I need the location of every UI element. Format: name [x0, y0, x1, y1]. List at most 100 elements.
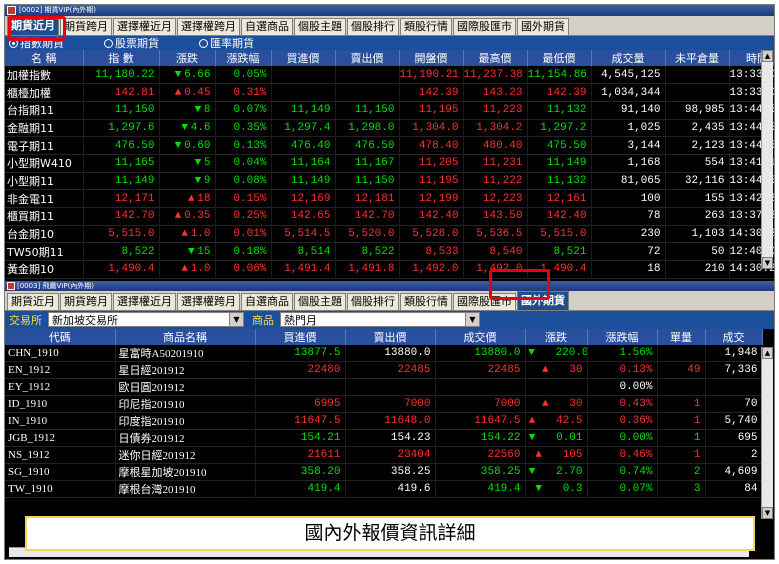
table-row[interactable]: 加權指數 11,180.22 ▼ 6.66 0.05% 11,190.21 11,237.3… [5, 66, 774, 85]
radio-option-1[interactable]: 股票期貨 [104, 35, 159, 51]
column-header[interactable]: 未平倉量 [665, 50, 730, 66]
table-row[interactable]: 櫃檯加權 142.81 ▲ 0.45 0.31% 142.39 143.23 142.39 1,… [5, 83, 774, 102]
table-row[interactable]: 台指期11 11,150 ▼ 8 0.07% 11,149 11,150 11,195 11,2… [5, 101, 774, 120]
column-header[interactable]: 指 數 [83, 50, 160, 66]
radio-option-2[interactable]: 匯率期貨 [199, 35, 254, 51]
table-row[interactable]: EY_1912 歐日圓201912 0.00% [5, 378, 763, 396]
radio-dot-icon[interactable] [199, 38, 208, 48]
bottom-tab-6[interactable]: 個股排行 [347, 292, 399, 310]
scroll-down-icon[interactable]: ▼ [762, 257, 773, 269]
index-cell: 11,165 [83, 154, 160, 173]
chevron-down-icon[interactable]: ▼ [229, 313, 243, 327]
column-header[interactable]: 商品名稱 [115, 328, 256, 345]
table-row[interactable]: 金融期11 1,297.6 ▼ 4.6 0.35% 1,297.4 1,298.0 1,304… [5, 119, 774, 138]
bottom-tab-8[interactable]: 國際股匯市 [453, 292, 516, 310]
column-header[interactable]: 賣出價 [345, 328, 436, 345]
column-header[interactable]: 買進價 [255, 328, 346, 345]
top-tab-4[interactable]: 自選商品 [241, 18, 293, 35]
table-row[interactable]: ID_1910 印尼指201910 6995 7000 7000 ▲ 30 0.43% 1 70 [5, 395, 763, 413]
window-system-icon[interactable] [7, 6, 16, 15]
top-tab-6[interactable]: 個股排行 [347, 18, 399, 35]
chevron-down-icon[interactable]: ▼ [465, 313, 479, 327]
radio-dot-icon[interactable] [9, 38, 18, 48]
table-row[interactable]: IN_1910 印度指201910 11647.5 11648.0 11647.5 ▲ 42… [5, 412, 763, 430]
radio-option-0[interactable]: 指數期貨 [9, 35, 64, 51]
column-header[interactable]: 漲跌幅 [587, 328, 658, 345]
table-row[interactable]: 小型期11 11,149 ▼ 9 0.08% 11,149 11,150 11,195 11,2… [5, 172, 774, 191]
column-header[interactable]: 開盤價 [399, 50, 464, 66]
bottom-tab-2[interactable]: 選擇權近月 [113, 292, 176, 310]
open-interest-cell: 32,116 [665, 172, 730, 191]
column-header[interactable]: 名 稱 [5, 50, 84, 66]
table-row[interactable]: 台金期10 5,515.0 ▲ 1.0 0.01% 5,514.5 5,520.0 5,528… [5, 225, 774, 244]
table-row[interactable]: TW_1910 摩根台灣201910 419.4 419.6 419.4 ▼ 0.3 0.07… [5, 480, 763, 498]
table-row[interactable]: EN_1912 星日經201912 22480 22485 22485 ▲ 30 0.13% 4… [5, 361, 763, 379]
change-value: 1.0 [190, 228, 211, 241]
table-row[interactable]: 小型期W410 11,165 ▼ 5 0.04% 11,164 11,167 11,205 11… [5, 154, 774, 173]
bottom-vertical-scrollbar[interactable]: ▲ ▼ [761, 346, 773, 519]
change-value: 4.6 [190, 121, 211, 134]
top-tab-9[interactable]: 國外期貨 [517, 18, 569, 35]
low-cell: 475.50 [527, 136, 592, 155]
open-cell: 8,533 [399, 242, 464, 262]
scroll-up-icon[interactable]: ▲ [762, 346, 773, 359]
table-row[interactable]: CHN_1910 星富時A50201910 13877.5 13880.0 13880.… [5, 344, 763, 362]
top-tab-5[interactable]: 個股主題 [294, 18, 346, 35]
top-tab-7[interactable]: 類股行情 [400, 18, 452, 35]
top-tab-3[interactable]: 選擇權跨月 [177, 18, 240, 35]
table-row[interactable]: NS_1912 迷你日經201912 21611 23404 22560 ▲ 105 0.46… [5, 446, 763, 464]
index-cell: 1,490.4 [83, 260, 160, 279]
bid-cell: 21611 [255, 446, 346, 464]
table-row[interactable]: SG_1910 摩根星加坡201910 358.20 358.25 358.25 ▼ 2.7… [5, 463, 763, 481]
change-value: 0.01 [556, 431, 583, 444]
bottom-tab-9[interactable]: 國外期貨 [517, 290, 569, 310]
futures-type-radios: 指數期貨 股票期貨 匯率期貨 [5, 36, 774, 50]
high-cell: 1,304.2 [463, 119, 528, 138]
top-tab-8[interactable]: 國際股匯市 [453, 18, 516, 35]
top-tab-2[interactable]: 選擇權近月 [113, 18, 176, 35]
column-header[interactable]: 最高價 [463, 50, 528, 66]
table-row[interactable]: JGB_1912 日債券201912 154.21 154.23 154.22 ▼ 0.01… [5, 429, 763, 447]
radio-dot-icon[interactable] [104, 38, 113, 48]
high-cell: 11,237.38 [463, 66, 528, 85]
scroll-up-icon[interactable]: ▲ [762, 50, 773, 62]
ask-cell: 22485 [345, 361, 436, 379]
column-header[interactable]: 漲跌 [525, 328, 588, 345]
top-vertical-scrollbar[interactable]: ▲ ▼ [761, 50, 773, 269]
open-interest-cell: 155 [665, 189, 730, 208]
column-header[interactable]: 單量 [657, 328, 706, 345]
bottom-tab-7[interactable]: 類股行情 [400, 292, 452, 310]
product-select[interactable]: 熱門月 ▼ [280, 312, 480, 328]
column-header[interactable]: 買進價 [271, 50, 336, 66]
bottom-tab-3[interactable]: 選擇權跨月 [177, 292, 240, 310]
arrow-down-icon: ▼ [535, 482, 542, 495]
table-row[interactable]: 電子期11 476.50 ▼ 0.60 0.13% 476.40 476.50 478.40 4… [5, 136, 774, 155]
volume-cell: 1,168 [591, 154, 666, 173]
change-percent-cell: 0.06% [215, 260, 272, 279]
bottom-tab-0[interactable]: 期貨近月 [7, 292, 59, 310]
column-header[interactable]: 賣出價 [335, 50, 400, 66]
column-header[interactable]: 成交量 [591, 50, 666, 66]
column-header[interactable]: 代碼 [5, 328, 116, 345]
top-table-header: 名 稱指 數漲跌 漲跌幅 買進價 賣出價 開盤價 最高價 最低價 成交量 未平倉量 時間 [5, 50, 774, 66]
table-row[interactable]: 黃金期10 1,490.4 ▲ 1.0 0.06% 1,491.4 1,491.8 1,492… [5, 260, 774, 279]
top-tab-1[interactable]: 期貨跨月 [60, 18, 112, 35]
top-window-title-text: [0002] 期貨VIP(內外期) [19, 6, 97, 14]
column-header[interactable]: 成交 [705, 328, 763, 345]
top-tab-0[interactable]: 期貨近月 [7, 16, 59, 35]
scroll-down-icon[interactable]: ▼ [762, 506, 773, 519]
table-row[interactable]: 非金電11 12,171 ▲ 18 0.15% 12,169 12,181 12,199 12,… [5, 189, 774, 208]
exchange-select[interactable]: 新加坡交易所 ▼ [48, 312, 244, 328]
last-price-cell: 13880.0 [435, 344, 526, 362]
bid-cell [271, 66, 336, 85]
window-system-icon[interactable] [7, 281, 15, 290]
bottom-tab-4[interactable]: 自選商品 [241, 292, 293, 310]
column-header[interactable]: 最低價 [527, 50, 592, 66]
table-row[interactable]: TW50期11 8,522 ▼ 15 0.18% 8,514 8,522 8,533 8,540… [5, 242, 774, 262]
table-row[interactable]: 櫃買期11 142.70 ▲ 0.35 0.25% 142.65 142.70 142.40 1… [5, 207, 774, 226]
column-header[interactable]: 成交價 [435, 328, 526, 345]
bottom-tab-1[interactable]: 期貨跨月 [60, 292, 112, 310]
column-header[interactable]: 漲跌 [159, 50, 216, 66]
column-header[interactable]: 漲跌幅 [215, 50, 272, 66]
bottom-tab-5[interactable]: 個股主題 [294, 292, 346, 310]
